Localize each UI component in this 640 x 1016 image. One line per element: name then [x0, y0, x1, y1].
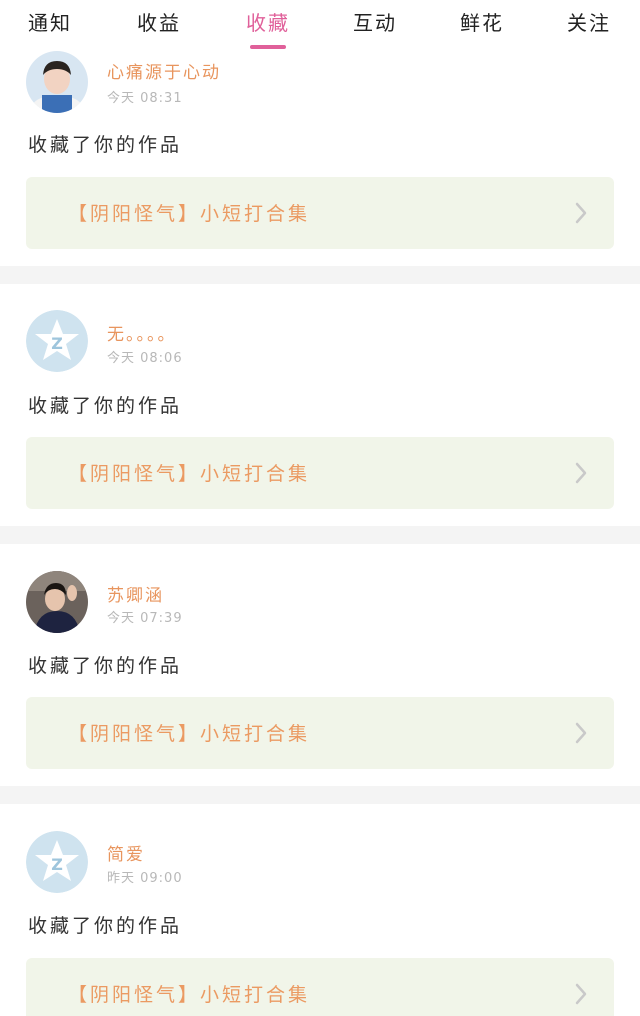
- tab-interactions[interactable]: 互动: [353, 6, 397, 40]
- tab-following[interactable]: 关注: [567, 6, 611, 40]
- tab-earnings[interactable]: 收益: [137, 6, 181, 40]
- work-link[interactable]: 【阴阳怪气】小短打合集: [26, 437, 614, 509]
- tab-notifications[interactable]: 通知: [28, 6, 72, 40]
- work-title: 【阴阳怪气】小短打合集: [68, 984, 311, 1006]
- username[interactable]: 简爱: [107, 840, 145, 865]
- work-title: 【阴阳怪气】小短打合集: [68, 463, 311, 485]
- user-avatar[interactable]: [26, 571, 88, 633]
- photo-avatar-man-icon: [26, 571, 88, 633]
- work-link[interactable]: 【阴阳怪气】小短打合集: [26, 177, 614, 249]
- user-avatar[interactable]: Z: [26, 831, 88, 893]
- action-text: 收藏了你的作品: [28, 915, 183, 937]
- chevron-right-icon: [575, 722, 587, 744]
- action-text: 收藏了你的作品: [28, 655, 183, 677]
- notification-card[interactable]: Z 简爱 昨天 09:00 收藏了你的作品 【阴阳怪气】小短打合集: [0, 804, 640, 1016]
- tab-favorites[interactable]: 收藏: [246, 6, 290, 40]
- notification-card[interactable]: Z 无。。。。 今天 08:06 收藏了你的作品 【阴阳怪气】小短打合集: [0, 284, 640, 526]
- work-link[interactable]: 【阴阳怪气】小短打合集: [26, 697, 614, 769]
- timestamp: 今天 08:31: [107, 91, 183, 106]
- action-text: 收藏了你的作品: [28, 395, 183, 417]
- timestamp: 今天 07:39: [107, 611, 183, 626]
- notification-card[interactable]: 苏卿涵 今天 07:39 收藏了你的作品 【阴阳怪气】小短打合集: [0, 544, 640, 786]
- work-title: 【阴阳怪气】小短打合集: [68, 203, 311, 225]
- default-star-avatar-icon: Z: [26, 831, 88, 893]
- username[interactable]: 心痛源于心动: [107, 58, 221, 83]
- username[interactable]: 苏卿涵: [107, 581, 164, 606]
- timestamp: 今天 08:06: [107, 351, 183, 366]
- user-avatar[interactable]: [26, 51, 88, 113]
- active-tab-indicator: [250, 45, 286, 49]
- action-text: 收藏了你的作品: [28, 134, 183, 156]
- tab-flowers[interactable]: 鲜花: [460, 6, 504, 40]
- work-title: 【阴阳怪气】小短打合集: [68, 723, 311, 745]
- favorites-page: 心痛源于心动 今天 08:31 收藏了你的作品 【阴阳怪气】小短打合集 Z 无。…: [0, 0, 640, 1016]
- user-avatar[interactable]: Z: [26, 310, 88, 372]
- svg-text:Z: Z: [51, 334, 63, 353]
- photo-avatar-boy-icon: [26, 51, 88, 113]
- work-link[interactable]: 【阴阳怪气】小短打合集: [26, 958, 614, 1016]
- chevron-right-icon: [575, 462, 587, 484]
- default-star-avatar-icon: Z: [26, 310, 88, 372]
- top-tab-bar: 通知 收益 收藏 互动 鲜花 关注: [0, 0, 640, 50]
- svg-text:Z: Z: [51, 855, 63, 874]
- chevron-right-icon: [575, 202, 587, 224]
- chevron-right-icon: [575, 983, 587, 1005]
- timestamp: 昨天 09:00: [107, 871, 183, 886]
- username[interactable]: 无。。。。: [107, 320, 177, 345]
